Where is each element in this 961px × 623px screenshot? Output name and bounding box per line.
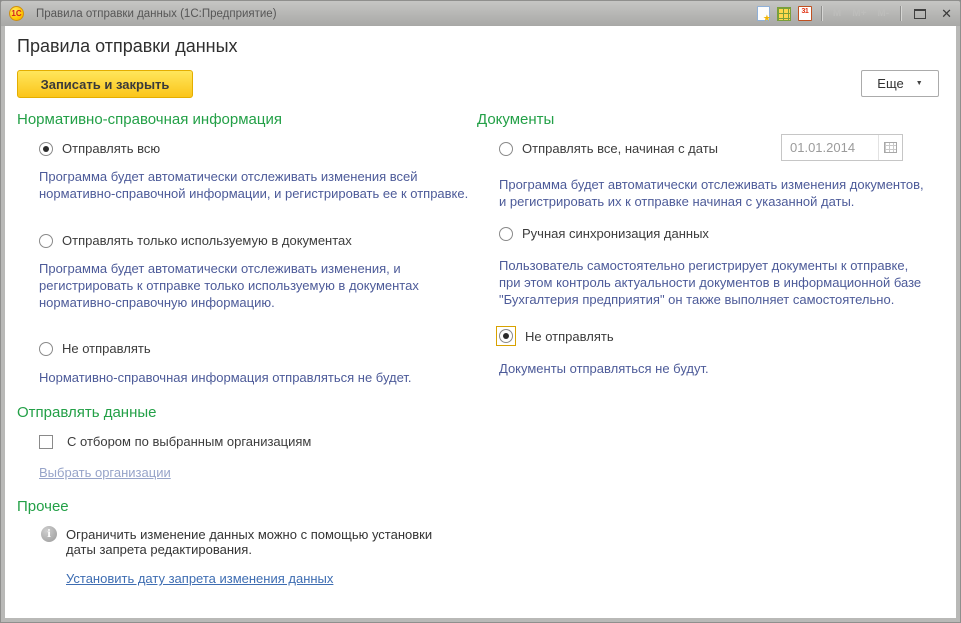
radio-manual-sync[interactable]: Ручная синхронизация данных <box>499 226 929 241</box>
radio-label: Не отправлять <box>62 341 151 356</box>
start-date-field[interactable]: 01.01.2014 <box>781 134 903 161</box>
radio-label: Отправлять все, начиная с даты <box>522 141 718 156</box>
maximize-button[interactable] <box>914 9 926 19</box>
memory-m-button: М <box>831 8 843 19</box>
documents-column: Документы Отправлять все, начиная с даты… <box>477 105 929 377</box>
calculator-icon[interactable] <box>777 7 791 21</box>
save-and-close-button[interactable]: Записать и закрыть <box>17 70 193 98</box>
description-send-all-docs: Программа будет автоматически отслеживат… <box>499 176 927 210</box>
reference-info-column: Нормативно-справочная информация Отправл… <box>17 105 461 588</box>
radio-icon[interactable] <box>499 329 513 343</box>
titlebar-separator <box>821 6 822 21</box>
info-text: Ограничить изменение данных можно с помо… <box>66 527 461 557</box>
radio-send-used-nsi[interactable]: Отправлять только используемую в докумен… <box>39 233 461 248</box>
radio-no-send-docs[interactable]: Не отправлять <box>499 326 929 346</box>
radio-icon[interactable] <box>499 227 513 241</box>
form-content: Правила отправки данных Записать и закры… <box>5 26 956 618</box>
info-note: i Ограничить изменение данных можно с по… <box>41 527 461 557</box>
radio-send-all-docs-from-date[interactable]: Отправлять все, начиная с даты 01.01.201… <box>499 141 929 156</box>
start-date-value[interactable]: 01.01.2014 <box>782 140 878 155</box>
set-restriction-date-link[interactable]: Установить дату запрета изменения данных <box>66 571 333 586</box>
radio-icon[interactable] <box>39 342 53 356</box>
window-title: Правила отправки данных (1С:Предприятие) <box>36 8 757 20</box>
1c-logo-icon: 1С <box>9 6 24 21</box>
radio-send-all-nsi[interactable]: Отправлять всю <box>39 141 461 156</box>
titlebar-separator <box>900 6 901 21</box>
section-title-other: Прочее <box>17 498 461 515</box>
calendar-picker-icon <box>884 142 897 153</box>
chevron-down-icon: ▼ <box>916 80 923 87</box>
radio-label: Ручная синхронизация данных <box>522 226 709 241</box>
description-send-all-nsi: Программа будет автоматически отслеживат… <box>39 168 473 202</box>
memory-m-plus-button: М+ <box>850 8 868 19</box>
radio-icon[interactable] <box>39 234 53 248</box>
checkbox-icon[interactable] <box>39 435 53 449</box>
radio-icon[interactable] <box>39 142 53 156</box>
section-title-reference-info: Нормативно-справочная информация <box>17 105 461 128</box>
date-picker-button[interactable] <box>878 135 902 160</box>
page-title: Правила отправки данных <box>17 36 238 57</box>
description-manual-sync: Пользователь самостоятельно регистрирует… <box>499 257 927 308</box>
calendar-day-number: 31 <box>802 8 809 15</box>
radio-label: Отправлять только используемую в докумен… <box>62 233 352 248</box>
radio-label: Отправлять всю <box>62 141 160 156</box>
calendar-icon[interactable]: 31 <box>798 6 812 21</box>
radio-no-send-nsi[interactable]: Не отправлять <box>39 341 461 356</box>
favorites-document-icon[interactable] <box>757 6 770 21</box>
more-button[interactable]: Еще ▼ <box>861 70 939 97</box>
focus-outline <box>496 326 516 346</box>
radio-label: Не отправлять <box>525 329 614 344</box>
description-no-send-docs: Документы отправляться не будут. <box>499 360 927 377</box>
memory-m-minus-button: М- <box>875 8 891 19</box>
info-icon: i <box>41 526 57 542</box>
section-title-documents: Документы <box>477 105 929 128</box>
select-organizations-link[interactable]: Выбрать организации <box>39 465 171 480</box>
description-send-used-nsi: Программа будет автоматически отслеживат… <box>39 260 473 311</box>
description-no-send-nsi: Нормативно-справочная информация отправл… <box>39 369 473 386</box>
checkbox-filter-by-orgs[interactable]: С отбором по выбранным организациям <box>39 434 461 449</box>
app-window: 1С Правила отправки данных (1С:Предприят… <box>0 0 961 623</box>
checkbox-label: С отбором по выбранным организациям <box>67 434 311 449</box>
title-bar: 1С Правила отправки данных (1С:Предприят… <box>1 1 960 26</box>
section-title-send-data: Отправлять данные <box>17 404 461 421</box>
more-button-label: Еще <box>877 76 903 91</box>
radio-icon[interactable] <box>499 142 513 156</box>
close-button[interactable]: ✕ <box>939 7 954 20</box>
